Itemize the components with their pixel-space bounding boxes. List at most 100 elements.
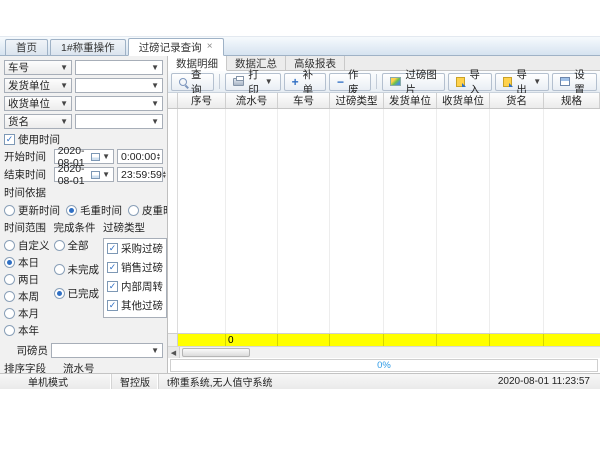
- body-col: [330, 109, 384, 333]
- horizontal-scrollbar[interactable]: ◀: [168, 346, 600, 358]
- start-time-spinner[interactable]: 0:00:00▲▼: [117, 149, 163, 164]
- radio-range-twodays[interactable]: 两日: [4, 272, 50, 287]
- radio-range-week-label: 本周: [18, 289, 39, 304]
- check-internal-label: 内部周转: [121, 279, 163, 294]
- print-button[interactable]: 打印▼: [225, 73, 280, 91]
- picture-icon: [390, 77, 401, 86]
- void-button[interactable]: −作废: [329, 73, 371, 91]
- filter-panel: 车号▼ ▼ 发货单位▼ ▼ 收货单位▼ ▼ 货名▼ ▼ 使用时间 开始时间 2: [0, 56, 168, 373]
- field-select-goods[interactable]: 货名▼: [4, 114, 72, 129]
- check-sales-label: 销售过磅: [121, 260, 163, 275]
- table-header: 序号 流水号 车号 过磅类型 发货单位 收货单位 货名 规格: [168, 93, 600, 109]
- radio-range-today[interactable]: 本日: [4, 255, 50, 270]
- use-time-checkbox[interactable]: [4, 134, 15, 145]
- vehicle-value-combo[interactable]: ▼: [75, 60, 163, 75]
- chevron-down-icon[interactable]: ▼: [533, 77, 541, 86]
- field-select-shipper[interactable]: 发货单位▼: [4, 78, 72, 93]
- column-header-seq[interactable]: 序号: [178, 93, 226, 108]
- column-header-receiver[interactable]: 收货单位: [437, 93, 490, 108]
- status-system-label: t称重系统,无人值守系统: [167, 374, 273, 389]
- import-button[interactable]: 导入: [448, 73, 492, 91]
- radio-done-unfinished-label: 未完成: [68, 262, 100, 277]
- radio-tare-time[interactable]: 皮重时间: [128, 203, 168, 218]
- spinner-icon[interactable]: ▲▼: [162, 171, 167, 179]
- summary-cell: [330, 334, 384, 346]
- column-header-goods-label: 货名: [506, 93, 527, 108]
- query-button[interactable]: 查询: [171, 73, 214, 91]
- radio-done-unfinished[interactable]: 未完成: [54, 262, 100, 277]
- time-range-label: 时间范围: [4, 220, 50, 235]
- field-select-vehicle[interactable]: 车号▼: [4, 60, 72, 75]
- status-mode-label: 单机模式: [28, 374, 68, 389]
- column-header-goods[interactable]: 货名: [490, 93, 544, 108]
- goods-value-combo[interactable]: ▼: [75, 114, 163, 129]
- field-select-receiver[interactable]: 收货单位▼: [4, 96, 72, 111]
- time-basis-label: 时间依据: [4, 185, 163, 200]
- column-header-vehicle[interactable]: 车号: [278, 93, 330, 108]
- use-time-label: 使用时间: [18, 132, 60, 147]
- scrollbar-thumb[interactable]: [182, 348, 250, 357]
- radio-gross-time-label: 毛重时间: [80, 203, 122, 218]
- end-time-value: 23:59:59: [121, 169, 162, 181]
- weigh-type-box: 采购过磅 销售过磅 内部周转 其他过磅: [103, 238, 167, 318]
- body-col: [384, 109, 437, 333]
- end-time-label: 结束时间: [4, 167, 51, 182]
- check-internal[interactable]: 内部周转: [107, 279, 163, 294]
- toolbar-separator: [376, 74, 377, 89]
- radio-range-custom-label: 自定义: [18, 238, 50, 253]
- import-button-label: 导入: [469, 67, 484, 97]
- spinner-icon[interactable]: ▲▼: [156, 153, 161, 161]
- receiver-value-combo[interactable]: ▼: [75, 96, 163, 111]
- radio-gross-time[interactable]: 毛重时间: [66, 203, 122, 218]
- radio-done-all[interactable]: 全部: [54, 238, 100, 253]
- progress-value: 0%: [377, 360, 391, 371]
- end-time-spinner[interactable]: 23:59:59▲▼: [117, 167, 163, 182]
- tab-weigh-operation[interactable]: 1#称重操作: [50, 39, 126, 55]
- tab-record-query[interactable]: 过磅记录查询 ×: [128, 38, 224, 56]
- field-select-goods-label: 货名: [8, 114, 29, 129]
- radio-range-custom[interactable]: 自定义: [4, 238, 50, 253]
- end-date-picker[interactable]: 2020-08-01▼: [54, 167, 114, 182]
- shipper-value-combo[interactable]: ▼: [75, 78, 163, 93]
- radio-range-year[interactable]: 本年: [4, 323, 50, 338]
- body-col: [168, 109, 178, 333]
- end-date-value: 2020-08-01: [58, 163, 91, 187]
- weigher-combo[interactable]: ▼: [51, 343, 163, 358]
- time-range-group: 时间范围 自定义 本日 两日 本周 本月 本年: [4, 220, 50, 340]
- settings-button[interactable]: 设置: [552, 73, 597, 91]
- column-header-type[interactable]: 过磅类型: [330, 93, 384, 108]
- column-header-receiver-label: 收货单位: [442, 93, 484, 108]
- column-header-spec[interactable]: 规格: [544, 93, 600, 108]
- calendar-icon: [91, 171, 100, 179]
- weigh-images-button[interactable]: 过磅图片: [382, 73, 445, 91]
- chevron-down-icon[interactable]: ▼: [265, 77, 273, 86]
- app-window: 首页 1#称重操作 过磅记录查询 × 车号▼ ▼ 发货单位▼ ▼ 收货单位▼ ▼…: [0, 36, 600, 388]
- radio-range-month[interactable]: 本月: [4, 306, 50, 321]
- calendar-icon: [91, 153, 100, 161]
- tab-record-query-label: 过磅记录查询: [139, 40, 202, 55]
- checkbox-icon: [107, 243, 118, 254]
- column-header-shipper[interactable]: 发货单位: [384, 93, 437, 108]
- radio-update-time[interactable]: 更新时间: [4, 203, 60, 218]
- radio-done-finished[interactable]: 已完成: [54, 286, 100, 301]
- body-col: [437, 109, 490, 333]
- check-other[interactable]: 其他过磅: [107, 298, 163, 313]
- radio-range-week[interactable]: 本周: [4, 289, 50, 304]
- check-sales[interactable]: 销售过磅: [107, 260, 163, 275]
- close-icon[interactable]: ×: [207, 42, 213, 52]
- tab-home[interactable]: 首页: [5, 39, 48, 55]
- check-purchase[interactable]: 采购过磅: [107, 241, 163, 256]
- scroll-left-arrow-icon[interactable]: ◀: [168, 347, 180, 358]
- query-button-label: 查询: [191, 67, 206, 97]
- radio-range-month-label: 本月: [18, 306, 39, 321]
- table-body[interactable]: [168, 109, 600, 333]
- export-button[interactable]: 导出▼: [495, 73, 549, 91]
- column-header-serial[interactable]: 流水号: [226, 93, 278, 108]
- completion-label: 完成条件: [54, 220, 100, 235]
- supplement-button[interactable]: +补单: [284, 73, 326, 91]
- radio-done-all-label: 全部: [68, 238, 89, 253]
- radio-icon: [54, 240, 65, 251]
- status-system: t称重系统,无人值守系统: [159, 374, 490, 389]
- field-select-shipper-label: 发货单位: [8, 78, 50, 93]
- checkbox-icon: [107, 262, 118, 273]
